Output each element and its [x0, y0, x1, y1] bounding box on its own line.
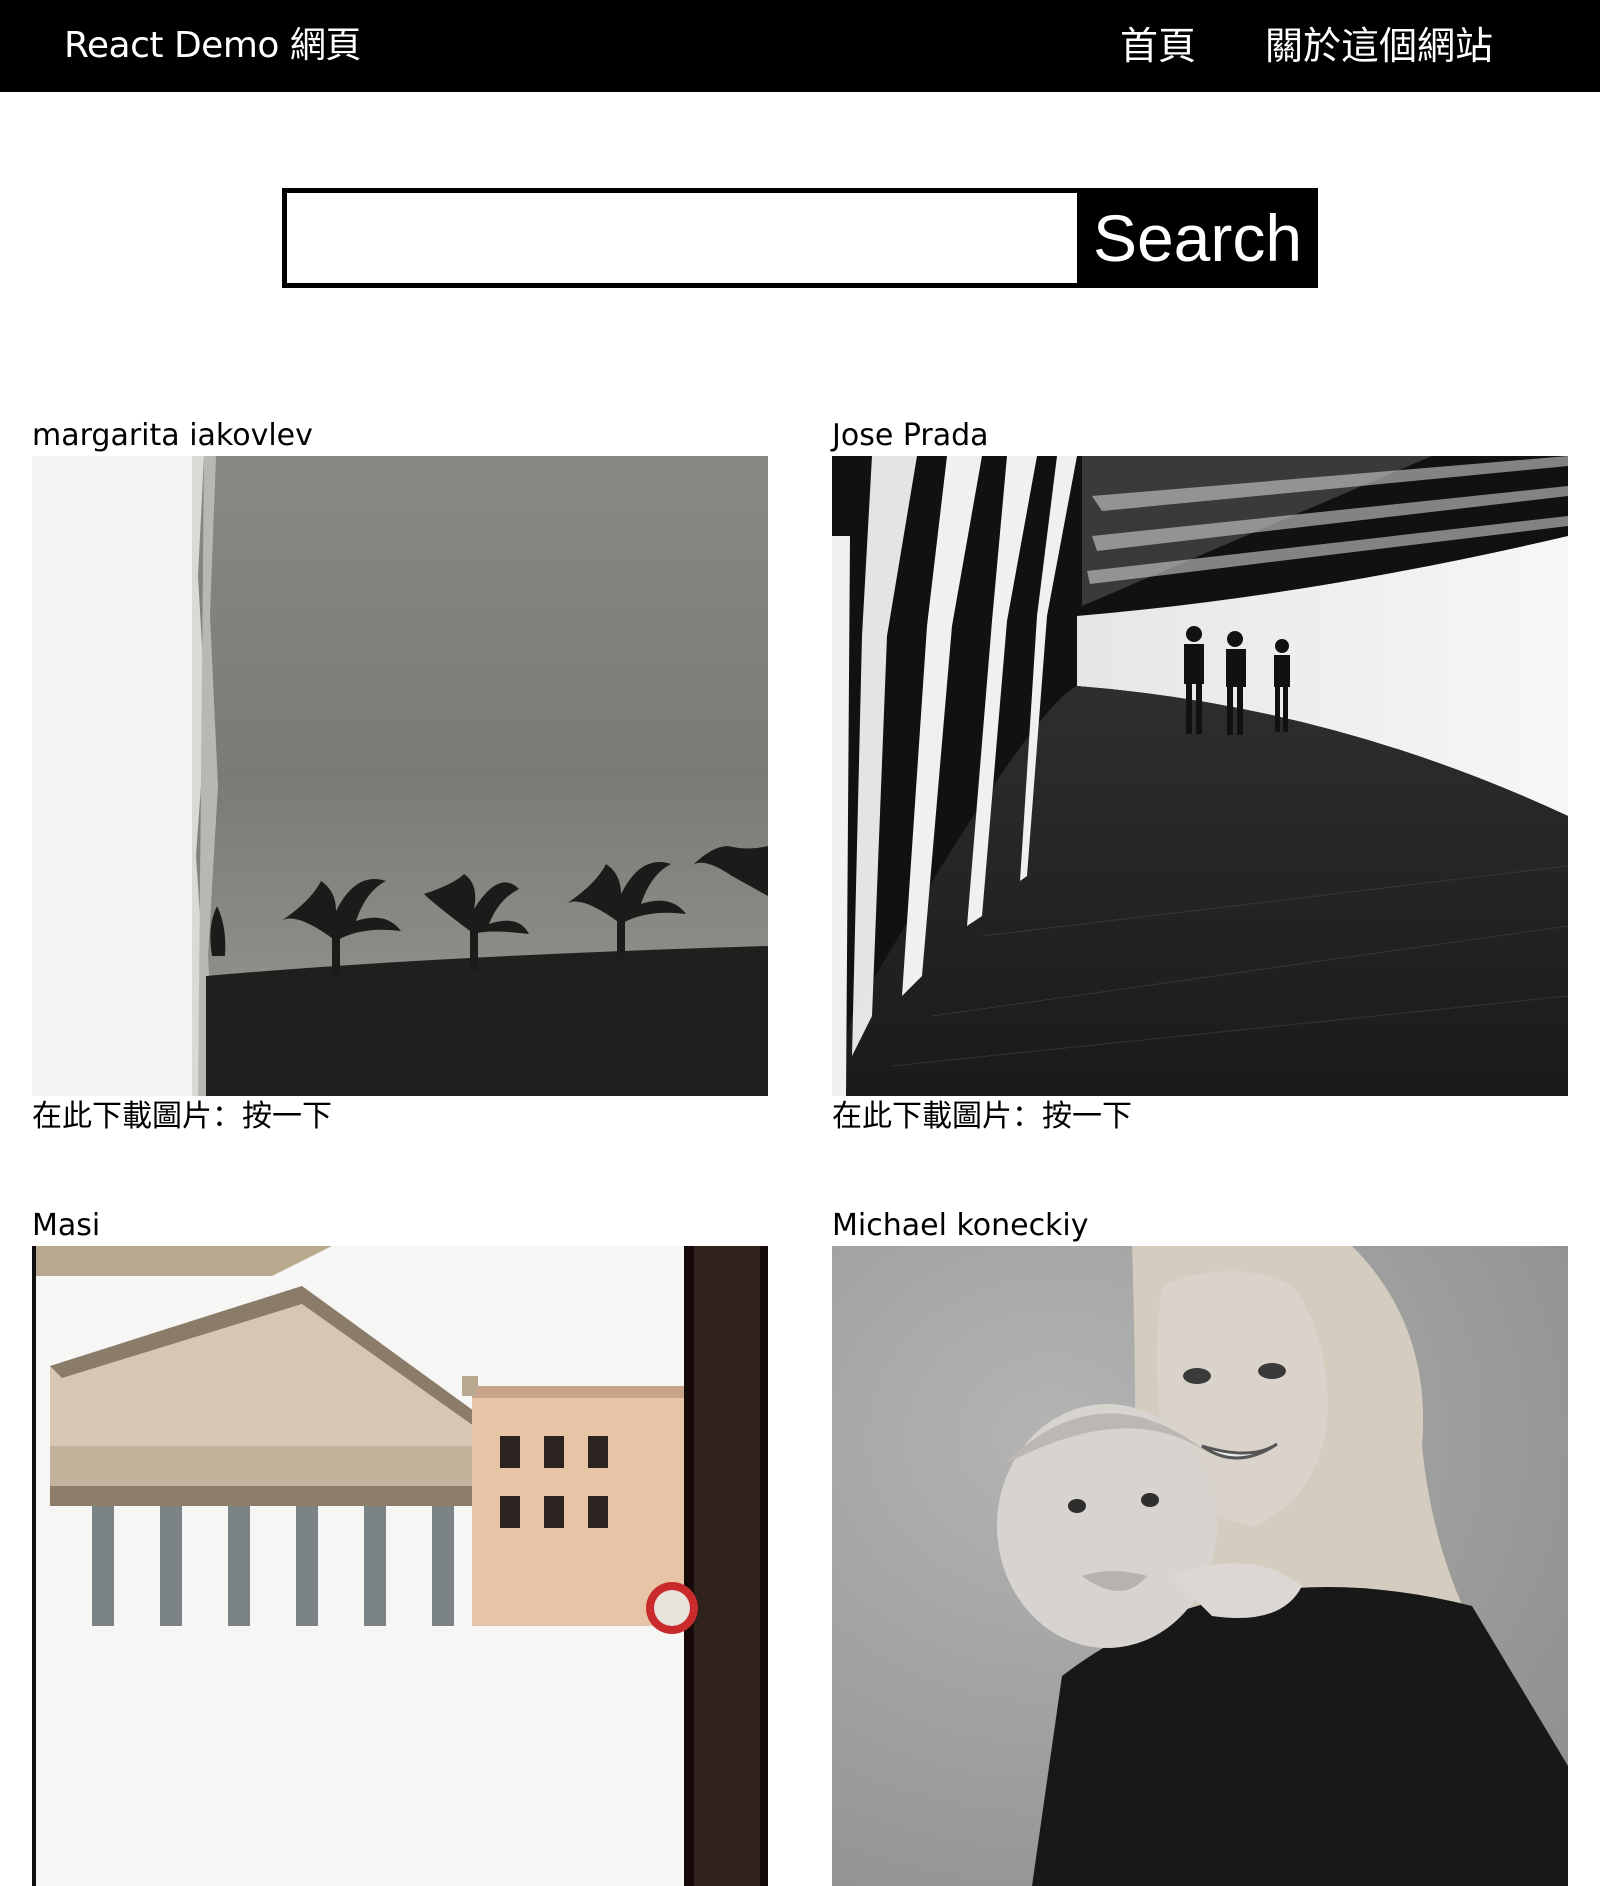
- photo-download-link[interactable]: 在此下載圖片：按一下: [32, 1096, 768, 1138]
- photo-card: margarita iakovlev 在此下載圖片：按一下: [32, 416, 768, 1138]
- photo-card: Michael koneckiy: [832, 1206, 1568, 1886]
- photo-image: [32, 1246, 768, 1886]
- site-brand[interactable]: React Demo 網頁: [64, 20, 361, 72]
- search-form: Search: [282, 188, 1318, 288]
- search-button[interactable]: Search: [1077, 193, 1313, 283]
- photo-author: margarita iakovlev: [32, 418, 313, 453]
- top-navbar: React Demo 網頁 首頁 關於這個網站: [0, 0, 1600, 92]
- photo-author: Jose Prada: [832, 418, 989, 453]
- photo-image: [832, 456, 1568, 1096]
- nav-link-home[interactable]: 首頁: [1120, 20, 1196, 72]
- photo-card: Jose Prada 在此下載圖片：按一下: [832, 416, 1568, 1138]
- search-input[interactable]: [287, 193, 1077, 283]
- photo-author: Masi: [32, 1208, 101, 1243]
- photo-image: [32, 456, 768, 1096]
- photo-image: [832, 1246, 1568, 1886]
- nav-link-about[interactable]: 關於這個網站: [1265, 20, 1493, 72]
- photo-card: Masi: [32, 1206, 768, 1886]
- photo-download-link[interactable]: 在此下載圖片：按一下: [832, 1096, 1568, 1138]
- photo-author: Michael koneckiy: [832, 1208, 1089, 1243]
